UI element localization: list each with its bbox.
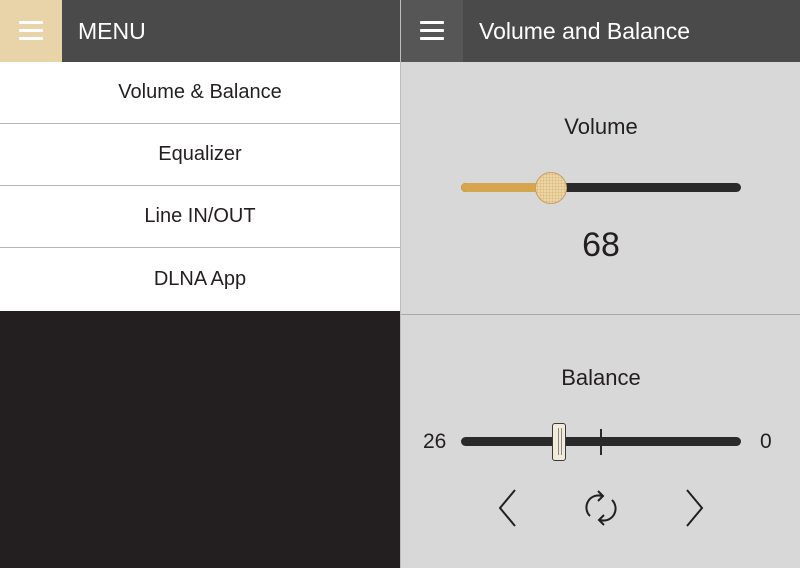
- menu-toggle-button[interactable]: [0, 0, 62, 62]
- balance-center-mark: [600, 429, 602, 455]
- menu-title: MENU: [78, 18, 146, 44]
- balance-left-button[interactable]: [488, 486, 528, 530]
- menu-item-dlna-app[interactable]: DLNA App: [0, 248, 400, 311]
- balance-slider-knob[interactable]: [552, 423, 566, 461]
- menu-item-volume-balance[interactable]: Volume & Balance: [0, 62, 400, 124]
- menu-item-line-in-out[interactable]: Line IN/OUT: [0, 186, 400, 248]
- page-menu-button[interactable]: [401, 0, 463, 62]
- menu-panel: MENU Volume & Balance Equalizer Line IN/…: [0, 0, 400, 568]
- volume-slider-track[interactable]: [461, 183, 741, 192]
- content-panel: Volume and Balance Volume 68 Balance 26 …: [400, 0, 800, 568]
- page-header: Volume and Balance: [401, 0, 800, 62]
- menu-header: MENU: [0, 0, 400, 62]
- volume-slider-knob[interactable]: [534, 172, 567, 204]
- balance-right-button[interactable]: [674, 486, 714, 530]
- hamburger-icon: [19, 21, 43, 41]
- menu-item-equalizer[interactable]: Equalizer: [0, 124, 400, 186]
- chevron-left-icon: [498, 489, 516, 527]
- section-divider: [401, 314, 800, 315]
- menu-list: Volume & Balance Equalizer Line IN/OUT D…: [0, 62, 400, 311]
- chevron-right-icon: [686, 489, 704, 527]
- balance-label: Balance: [561, 365, 641, 390]
- balance-right-value: 0: [760, 430, 772, 453]
- balance-reset-button[interactable]: [581, 486, 621, 530]
- volume-value: 68: [582, 226, 620, 264]
- refresh-icon: [585, 490, 617, 526]
- page-title: Volume and Balance: [479, 18, 690, 44]
- volume-label: Volume: [564, 114, 638, 139]
- hamburger-icon: [420, 21, 444, 41]
- balance-left-value: 26: [423, 430, 447, 453]
